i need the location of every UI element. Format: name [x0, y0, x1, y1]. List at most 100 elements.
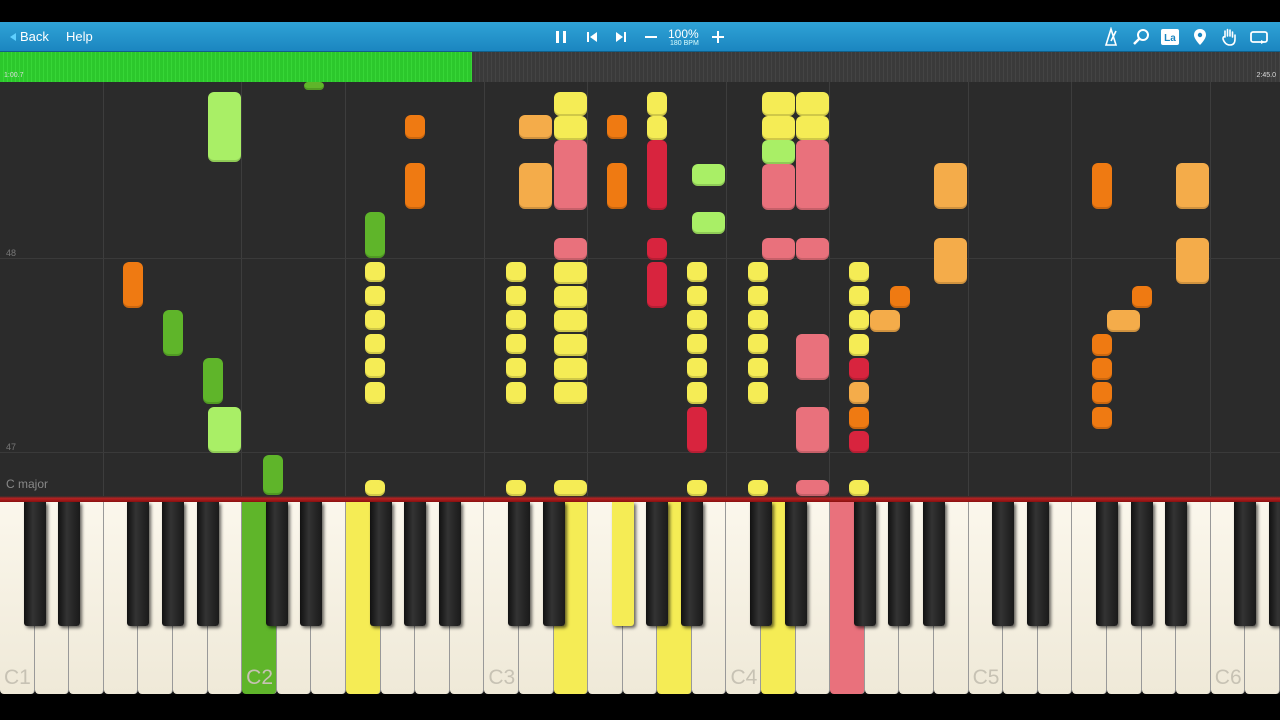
falling-note [687, 286, 707, 306]
black-key[interactable] [923, 502, 946, 626]
falling-note [506, 334, 526, 354]
grid-line [103, 82, 104, 496]
falling-note [796, 238, 829, 260]
black-key[interactable] [646, 502, 669, 626]
black-key[interactable] [888, 502, 911, 626]
falling-note [762, 116, 795, 140]
location-pin-icon[interactable] [1190, 27, 1210, 47]
falling-note [365, 286, 385, 306]
minus-icon[interactable] [641, 27, 661, 47]
falling-note [554, 262, 587, 284]
falling-note [554, 92, 587, 116]
black-key[interactable] [438, 502, 461, 626]
help-button[interactable]: Help [58, 27, 101, 47]
black-key[interactable] [127, 502, 150, 626]
falling-note [748, 358, 768, 378]
falling-note [849, 407, 869, 429]
falling-note [607, 163, 627, 209]
falling-note [506, 262, 526, 282]
falling-note [687, 382, 707, 404]
falling-note [365, 334, 385, 354]
falling-note [365, 212, 385, 258]
falling-note [1092, 358, 1112, 380]
progress-fill [0, 52, 473, 82]
octave-label: C1 [4, 666, 31, 689]
falling-note [405, 163, 425, 209]
falling-note [554, 286, 587, 308]
octave-label: C5 [972, 666, 1000, 689]
black-key[interactable] [784, 502, 807, 626]
black-key[interactable] [369, 502, 392, 626]
octave-label: C3 [488, 666, 516, 689]
falling-note [796, 480, 829, 496]
grid-line [829, 82, 830, 496]
plus-icon[interactable] [708, 27, 728, 47]
black-key[interactable] [507, 502, 530, 626]
falling-note [687, 334, 707, 354]
falling-note [365, 310, 385, 330]
loop-icon[interactable] [1249, 27, 1269, 47]
falling-note [163, 310, 183, 356]
black-key[interactable] [750, 502, 773, 626]
black-key[interactable] [300, 502, 323, 626]
falling-note [748, 286, 768, 306]
label-icon[interactable]: La [1160, 27, 1180, 47]
falling-note [506, 382, 526, 404]
falling-note [748, 310, 768, 330]
black-key[interactable] [1234, 502, 1257, 626]
black-key[interactable] [23, 502, 46, 626]
black-key[interactable] [992, 502, 1015, 626]
black-key[interactable] [1130, 502, 1153, 626]
timeline-scrubber[interactable]: 1:00.7 2:45.0 [0, 52, 1280, 82]
falling-note [796, 116, 829, 140]
grid-line [1071, 82, 1072, 496]
skip-forward-icon[interactable] [611, 27, 631, 47]
black-key[interactable] [542, 502, 565, 626]
black-key[interactable] [265, 502, 288, 626]
falling-note [687, 480, 707, 496]
black-key[interactable] [58, 502, 81, 626]
falling-note [208, 407, 241, 453]
hand-icon[interactable] [1219, 27, 1239, 47]
falling-note [796, 92, 829, 116]
falling-note [1092, 163, 1112, 209]
black-key[interactable] [404, 502, 427, 626]
black-key[interactable] [196, 502, 219, 626]
black-key[interactable] [680, 502, 703, 626]
black-key[interactable] [1026, 502, 1049, 626]
pause-icon[interactable] [551, 27, 571, 47]
falling-note [762, 164, 795, 210]
falling-note [506, 480, 526, 496]
measure-number: 48 [6, 248, 17, 258]
falling-note [263, 455, 283, 495]
falling-note [687, 262, 707, 282]
search-icon[interactable] [1131, 27, 1151, 47]
falling-note [748, 480, 768, 496]
falling-note [365, 480, 385, 496]
black-key[interactable] [161, 502, 184, 626]
piano-keyboard[interactable]: C1 C2 C3 C4 C5 C6 [0, 502, 1280, 694]
top-toolbar: Back Help 100% 180 BPM La [0, 22, 1280, 52]
falling-note [849, 480, 869, 496]
black-key[interactable] [1096, 502, 1119, 626]
back-button[interactable]: Back [4, 27, 57, 47]
falling-note [405, 115, 425, 139]
black-key[interactable] [611, 502, 634, 626]
falling-note [647, 92, 667, 116]
falling-note [687, 358, 707, 378]
falling-note [762, 238, 795, 260]
falling-note [1092, 407, 1112, 429]
grid-line [345, 82, 346, 496]
falling-note [849, 431, 869, 453]
black-key[interactable] [1165, 502, 1188, 626]
black-key[interactable] [853, 502, 876, 626]
falling-note [554, 334, 587, 356]
falling-note [849, 310, 869, 330]
black-key[interactable] [1269, 502, 1280, 626]
falling-note [934, 163, 967, 209]
falling-note [607, 115, 627, 139]
metronome-icon[interactable] [1101, 26, 1121, 47]
skip-back-icon[interactable] [582, 27, 602, 47]
falling-note [1092, 382, 1112, 404]
falling-note [365, 382, 385, 404]
